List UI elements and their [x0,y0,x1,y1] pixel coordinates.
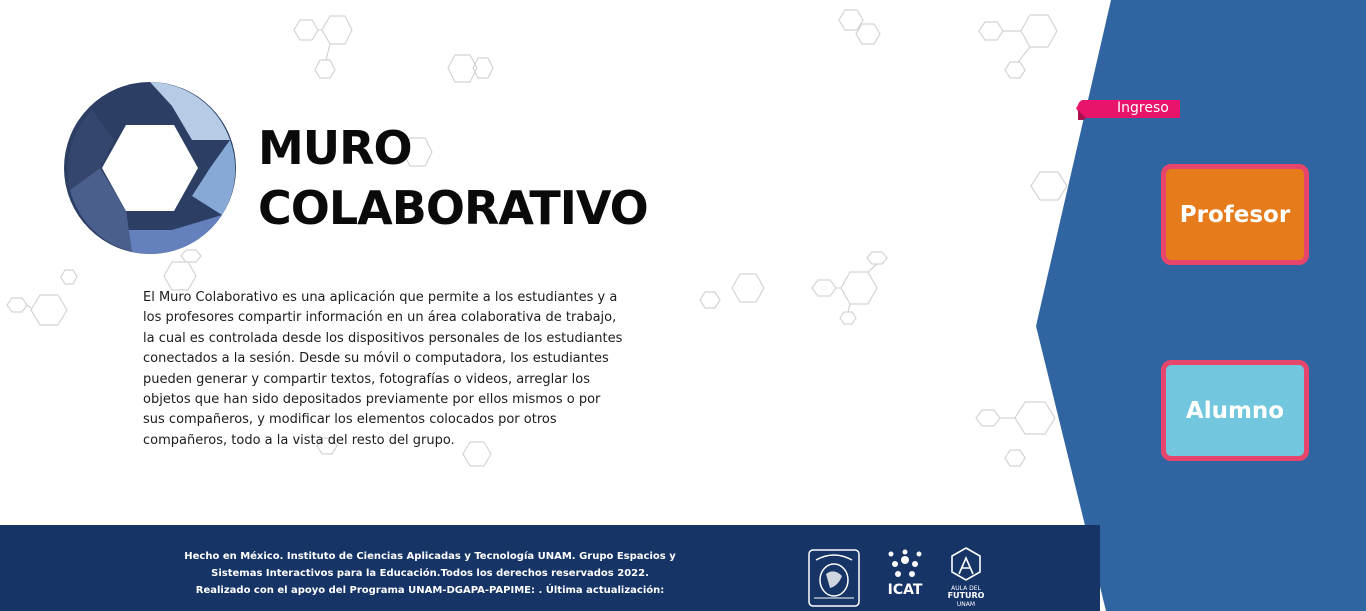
alumno-button-label: Alumno [1185,397,1285,424]
login-side-panel [1036,0,1366,611]
profesor-button[interactable]: Profesor [1161,164,1309,265]
aula-futuro-logo-icon[interactable]: AULA DEL FUTURO UNAM [944,546,988,608]
title-line-2: COLABORATIVO [258,181,649,235]
icat-logo-text: ICAT [888,582,923,598]
footer-line-3: Realizado con el apoyo del Programa UNAM… [195,585,665,596]
unam-seal-icon[interactable] [806,546,862,608]
footer-line-2: Sistemas Interactivos para la Educación.… [211,568,649,579]
hexagon-logo-icon [64,82,236,254]
footer-text: Hecho en México. Instituto de Ciencias A… [170,548,690,599]
app-description: El Muro Colaborativo es una aplicación q… [143,290,623,448]
aula-text-2: FUTURO [948,591,985,600]
title-line-1: MURO [258,121,413,175]
aula-text-3: UNAM [957,601,975,608]
alumno-button[interactable]: Alumno [1161,360,1309,461]
footer-line-1: Hecho en México. Instituto de Ciencias A… [184,551,676,562]
icat-logo-icon[interactable]: ICAT [878,546,932,608]
ingreso-label: Ingreso [1117,100,1169,116]
page-title: MURO COLABORATIVO [258,118,698,238]
profesor-button-label: Profesor [1179,201,1291,228]
